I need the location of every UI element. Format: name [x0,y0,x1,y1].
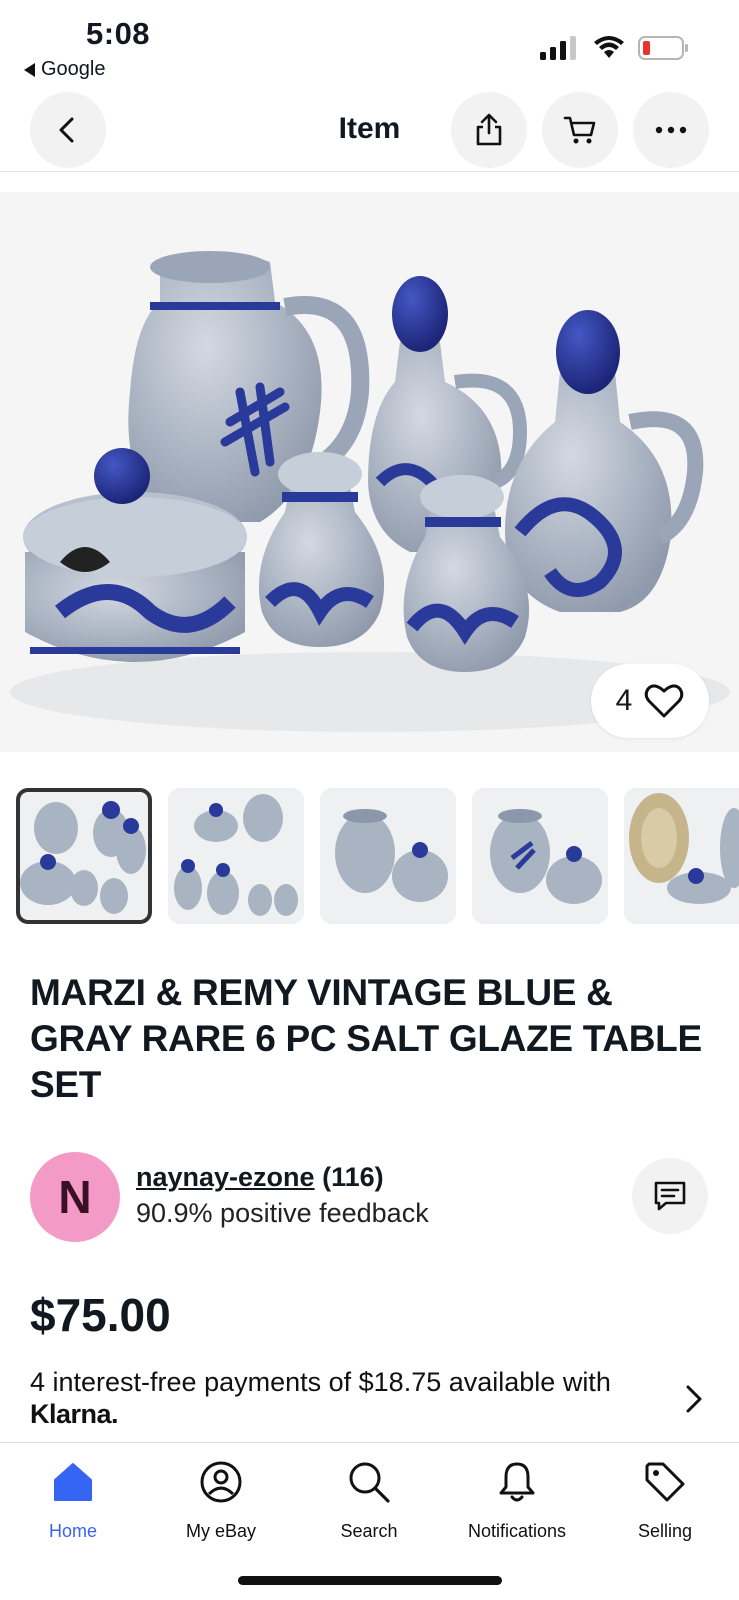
share-icon [476,113,502,146]
top-navigation-bar: Item [0,92,739,172]
back-app-label: Google [41,58,106,80]
thumbnail-image [168,788,304,924]
thumbnail-image [624,788,739,924]
like-count: 4 [615,684,633,717]
image-thumbnail-strip[interactable] [0,768,739,928]
thumbnail-3[interactable] [320,788,456,924]
seller-feedback-percent: 90.9% positive feedback [136,1198,429,1228]
bell-icon [499,1462,535,1502]
thumbnail-image [472,788,608,924]
tab-search[interactable]: Search [304,1457,434,1542]
item-title: MARZI & REMY VINTAGE BLUE & GRAY RARE 6 … [30,972,702,1105]
chevron-right-icon[interactable] [684,1384,704,1414]
tab-my-ebay-label: My eBay [185,1521,257,1541]
cart-icon [563,116,596,144]
item-main-image[interactable]: 4 [0,192,739,752]
contact-seller-button[interactable] [632,1158,708,1234]
tab-notifications-label: Notifications [467,1521,567,1541]
klarna-logo: Klarna. [30,1399,119,1429]
status-time: 5:08 [86,16,151,51]
tab-home-label: Home [48,1521,97,1541]
seller-avatar[interactable]: N [30,1152,120,1242]
tab-notifications[interactable]: Notifications [452,1457,582,1542]
back-triangle-icon [24,62,35,77]
thumbnail-image [320,788,456,924]
heart-icon [645,684,684,718]
klarna-text: 4 interest-free payments of $18.75 avail… [30,1367,611,1397]
tab-selling[interactable]: Selling [600,1457,730,1542]
tab-search-label: Search [340,1521,398,1541]
thumbnail-4[interactable] [472,788,608,924]
item-price: $75.00 [30,1289,171,1341]
thumbnail-image [16,788,152,924]
thumbnail-1[interactable] [16,788,152,924]
cart-button[interactable] [542,92,618,168]
back-to-app-link[interactable]: Google [24,58,106,81]
seller-feedback-count: (116) [322,1162,384,1192]
seller-name-link[interactable]: naynay-ezone [136,1162,315,1192]
klarna-financing-row[interactable]: 4 interest-free payments of $18.75 avail… [30,1366,670,1430]
status-bar: 5:08 Google [0,0,739,86]
tab-my-ebay[interactable]: My eBay [156,1457,286,1542]
tab-home[interactable]: Home [8,1457,138,1542]
more-dots-icon [655,126,687,134]
user-icon [200,1461,242,1503]
tab-selling-label: Selling [637,1521,693,1541]
more-options-button[interactable] [633,92,709,168]
message-icon [654,1181,686,1211]
cellular-signal-icon [540,36,576,60]
page-title: Item [338,112,401,145]
home-indicator [238,1576,502,1585]
watch-like-button[interactable]: 4 [591,664,709,738]
seller-name-row: naynay-ezone (116) [136,1162,384,1193]
battery-icon [638,36,688,60]
home-icon [54,1463,92,1501]
thumbnail-5[interactable] [624,788,739,924]
share-button[interactable] [451,92,527,168]
search-icon [349,1462,390,1503]
tag-icon [645,1462,685,1502]
wifi-icon [594,36,624,58]
thumbnail-2[interactable] [168,788,304,924]
